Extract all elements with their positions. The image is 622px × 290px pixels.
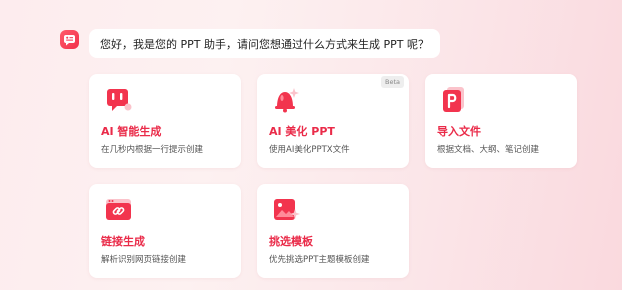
- card-title: 链接生成: [101, 235, 145, 248]
- ai-generate-card[interactable]: AI 智能生成 在几秒内根据一行提示创建: [89, 74, 241, 168]
- assistant-avatar-icon: [60, 30, 79, 49]
- chat-bubble-icon: [105, 86, 132, 113]
- pick-template-card[interactable]: 挑选模板 优先挑选PPT主题模板创建: [257, 184, 409, 278]
- card-description: 解析识别网页链接创建: [101, 255, 187, 265]
- assistant-greeting: 您好，我是您的 PPT 助手，请问您想通过什么方式来生成 PPT 呢？: [89, 29, 440, 58]
- card-description: 根据文档、大纲、笔记创建: [437, 145, 540, 155]
- link-generate-card[interactable]: 链接生成 解析识别网页链接创建: [89, 184, 241, 278]
- link-icon: [105, 196, 132, 223]
- import-file-card[interactable]: 导入文件 根据文档、大纲、笔记创建: [425, 74, 577, 168]
- ai-beautify-card[interactable]: Beta AI 美化 PPT 使用AI美化PPTX文件: [257, 74, 409, 168]
- image-sparkle-icon: [273, 196, 300, 223]
- card-description: 在几秒内根据一行提示创建: [101, 145, 204, 155]
- card-title: 导入文件: [437, 125, 481, 138]
- bell-sparkle-icon: [273, 86, 300, 113]
- ppt-file-icon: [441, 86, 468, 113]
- card-title: AI 美化 PPT: [269, 125, 335, 138]
- card-description: 优先挑选PPT主题模板创建: [269, 255, 370, 265]
- card-title: AI 智能生成: [101, 125, 162, 138]
- beta-badge: Beta: [381, 76, 404, 88]
- greeting-text: 您好，我是您的 PPT 助手，请问您想通过什么方式来生成 PPT 呢？: [100, 37, 429, 51]
- card-title: 挑选模板: [269, 235, 313, 248]
- card-description: 使用AI美化PPTX文件: [269, 145, 350, 155]
